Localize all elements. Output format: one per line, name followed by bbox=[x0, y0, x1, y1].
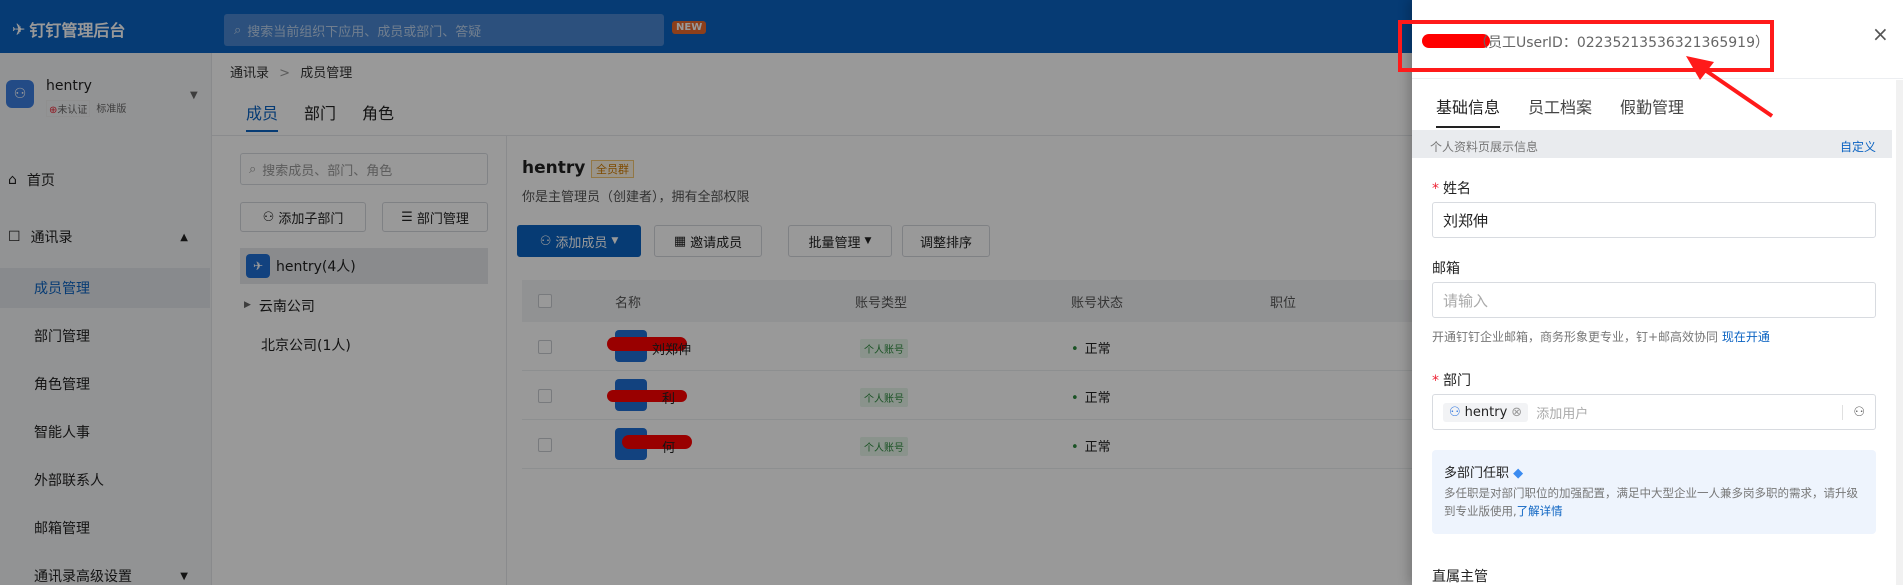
annotation-arrow-icon bbox=[1686, 56, 1774, 118]
dept-chip: ⚇ hentry ⊗ bbox=[1443, 402, 1529, 422]
tab-leave-attendance[interactable]: 假勤管理 bbox=[1620, 94, 1684, 128]
tab-employee-records[interactable]: 员工档案 bbox=[1528, 94, 1592, 128]
close-icon[interactable]: × bbox=[1872, 22, 1889, 46]
enable-mail-link[interactable]: 现在开通 bbox=[1722, 330, 1770, 344]
name-input[interactable]: 刘郑伸 bbox=[1432, 202, 1876, 238]
drawer-tabs: 基础信息 员工档案 假勤管理 bbox=[1436, 94, 1684, 128]
multi-dept-title: 多部门任职 ◆ bbox=[1444, 466, 1524, 481]
learn-more-link[interactable]: 了解详情 bbox=[1517, 504, 1563, 518]
modal-backdrop[interactable] bbox=[0, 0, 1412, 585]
email-hint: 开通钉钉企业邮箱，商务形象更专业，钉+邮高效协同 现在开通 bbox=[1432, 330, 1770, 344]
email-label: 邮箱 bbox=[1432, 261, 1460, 277]
email-input[interactable]: 请输入 bbox=[1432, 282, 1876, 318]
tab-basic-info[interactable]: 基础信息 bbox=[1436, 94, 1501, 128]
member-detail-drawer: （员工UserID：02235213536321365919） × 基础信息 员… bbox=[1412, 0, 1903, 585]
name-label: * 姓名 bbox=[1432, 181, 1471, 197]
dept-label: * 部门 bbox=[1432, 373, 1471, 389]
customize-link[interactable]: 自定义 bbox=[1840, 138, 1876, 155]
multi-dept-desc: 多任职是对部门职位的加强配置，满足中大型企业一人兼多岗多职的需求，请升级到专业版… bbox=[1444, 486, 1858, 518]
section-header: 个人资料页展示信息 自定义 bbox=[1412, 130, 1892, 158]
org-tree-icon: ⚇ bbox=[1449, 404, 1461, 420]
drawer-header-divider bbox=[1412, 78, 1903, 79]
select-user-icon[interactable]: ⚇ bbox=[1842, 404, 1865, 420]
remove-chip-icon[interactable]: ⊗ bbox=[1511, 405, 1522, 420]
supervisor-label: 直属主管 bbox=[1432, 569, 1488, 585]
diamond-icon: ◆ bbox=[1513, 466, 1524, 481]
drawer-scrollbar[interactable] bbox=[1896, 80, 1903, 585]
multi-dept-infobox: 多部门任职 ◆ 多任职是对部门职位的加强配置，满足中大型企业一人兼多岗多职的需求… bbox=[1432, 450, 1876, 534]
dept-select-input[interactable]: ⚇ hentry ⊗ 添加用户 ⚇ bbox=[1432, 394, 1876, 430]
